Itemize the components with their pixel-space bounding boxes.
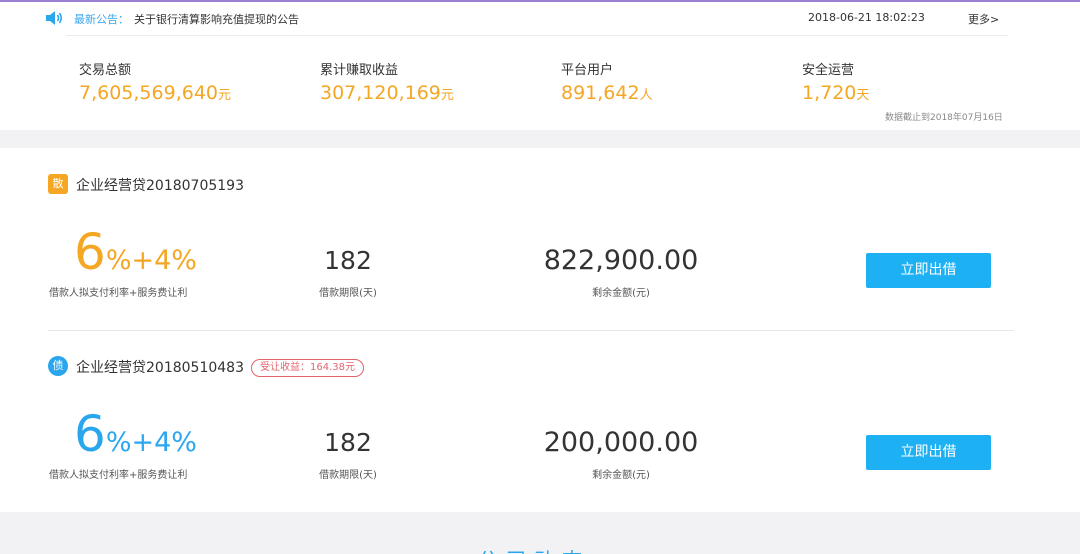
notice-time: 2018-06-21 18:02:23: [808, 11, 925, 24]
loan-name[interactable]: 企业经营贷20180705193: [76, 175, 244, 195]
stat-title: 安全运营: [802, 63, 855, 78]
stat-title: 平台用户: [561, 63, 614, 78]
period-caption: 借款期限(天): [319, 470, 377, 481]
invest-now-button[interactable]: 立即出借: [866, 435, 991, 470]
stat-value-row: 7,605,569,640元: [79, 81, 231, 108]
stat-value: 7,605,569,640: [79, 82, 219, 104]
stat-value-row: 1,720天: [802, 81, 869, 108]
rate-bonus: %+4%: [105, 245, 197, 276]
notice-divider: [66, 35, 1008, 36]
data-deadline: 数据截止到2018年07月16日: [885, 113, 1003, 123]
stat-unit: 元: [218, 88, 232, 103]
rate-base: 6: [74, 223, 106, 281]
stat-safe-operation: 安全运营 1,720天: [802, 62, 869, 108]
notice-link[interactable]: 关于银行清算影响充值提现的公告: [134, 11, 299, 27]
stat-title: 交易总额: [79, 63, 132, 78]
debt-badge-icon: 债: [48, 356, 68, 376]
stat-value: 1,720: [802, 82, 857, 104]
amount-caption: 剩余金额(元): [592, 470, 650, 481]
stat-total-earnings: 累计赚取收益 307,120,169元: [320, 62, 454, 108]
rate-bonus: %+4%: [105, 427, 197, 458]
notice-label: 最新公告：: [74, 13, 129, 26]
section-gap: [0, 130, 1080, 148]
amount-caption: 剩余金额(元): [592, 288, 650, 299]
loan-rate: 6%+4%: [74, 226, 197, 287]
loan-remaining-amount: 822,900.00: [543, 245, 699, 276]
section-title: 公司动态: [478, 544, 590, 554]
stat-value: 891,642: [561, 82, 640, 104]
stat-value-row: 891,642人: [561, 81, 653, 108]
rate-base: 6: [74, 405, 106, 463]
rate-caption: 借款人拟支付利率+服务费让利: [49, 470, 188, 481]
stat-title: 累计赚取收益: [320, 63, 399, 78]
loan-period: 182: [324, 246, 372, 275]
more-link[interactable]: 更多>: [968, 11, 999, 27]
period-caption: 借款期限(天): [319, 288, 377, 299]
loan-divider: [48, 330, 1014, 331]
notice-bar: 最新公告： 关于银行清算影响充值提现的公告 2018-06-21 18:02:2…: [0, 2, 1080, 34]
invest-now-button[interactable]: 立即出借: [866, 253, 991, 288]
stat-unit: 元: [440, 88, 454, 103]
loan-period: 182: [324, 428, 372, 457]
loan-remaining-amount: 200,000.00: [543, 427, 699, 458]
loan-name[interactable]: 企业经营贷20180510483: [76, 357, 244, 377]
stat-value-row: 307,120,169元: [320, 81, 454, 108]
stat-unit: 天: [856, 88, 870, 103]
stat-unit: 人: [639, 88, 653, 103]
stat-platform-users: 平台用户 891,642人: [561, 62, 653, 108]
transfer-earnings-tag: 受让收益：164.38元: [251, 359, 364, 377]
loan-rate: 6%+4%: [74, 408, 197, 469]
scatter-badge-icon: 散: [48, 174, 68, 194]
rate-caption: 借款人拟支付利率+服务费让利: [49, 288, 188, 299]
stat-total-volume: 交易总额 7,605,569,640元: [79, 62, 231, 108]
stat-value: 307,120,169: [320, 82, 441, 104]
speaker-icon: [46, 11, 63, 25]
